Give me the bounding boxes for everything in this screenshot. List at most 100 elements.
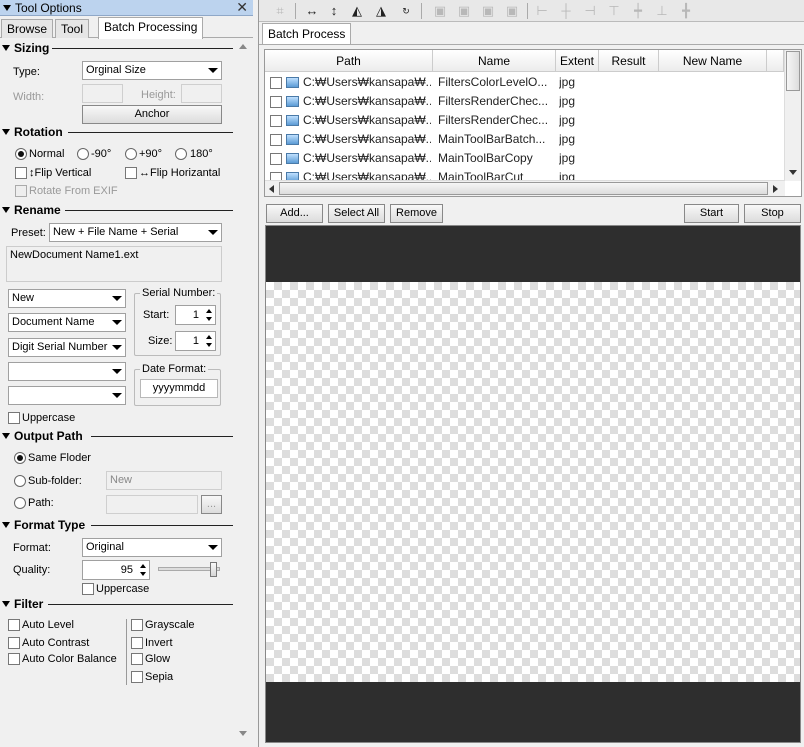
column-header-name[interactable]: Name [433, 50, 556, 72]
grayscale-checkbox[interactable] [131, 619, 143, 631]
output-same-folder-radio[interactable] [14, 452, 26, 464]
table-row[interactable]: C:₩Users₩kansapa₩... FiltersRenderChec...… [265, 92, 783, 111]
align-middle-icon[interactable]: ┿ [629, 2, 647, 20]
rename-part3-select[interactable]: Digit Serial Number [8, 338, 126, 357]
width-input[interactable] [82, 84, 123, 103]
rotate-exif-checkbox[interactable] [15, 185, 27, 197]
output-path-radio[interactable] [14, 497, 26, 509]
arrow-up-icon[interactable] [206, 309, 212, 313]
collapse-triangle-icon[interactable] [3, 5, 11, 11]
table-row[interactable]: C:₩Users₩kansapa₩... FiltersColorLevelO..… [265, 73, 783, 92]
format-uppercase-checkbox[interactable] [82, 583, 94, 595]
arrow-up-icon[interactable] [239, 44, 247, 49]
row-checkbox[interactable] [270, 115, 282, 127]
anchor-button[interactable]: Anchor [82, 105, 222, 124]
arrow-right-icon[interactable] [773, 185, 778, 193]
section-rotation[interactable]: Rotation [2, 125, 63, 139]
auto-color-balance-checkbox[interactable] [8, 653, 20, 665]
arrow-up-icon[interactable] [206, 335, 212, 339]
arrow-down-icon[interactable] [789, 170, 797, 175]
arrow-down-icon[interactable] [239, 731, 247, 736]
align-top-icon[interactable]: ⊤ [605, 2, 623, 20]
tab-batch-processing[interactable]: Batch Processing [98, 17, 204, 39]
preview-canvas[interactable] [265, 225, 801, 743]
flip-horizontal-checkbox[interactable] [125, 167, 137, 179]
table-horizontal-scrollbar[interactable] [265, 180, 785, 196]
rotate-left-icon[interactable]: ◭ [348, 2, 366, 20]
table-vertical-scrollbar[interactable] [784, 50, 801, 181]
section-filter[interactable]: Filter [2, 597, 43, 611]
rotate-180-icon[interactable]: ↻ [397, 2, 415, 20]
section-sizing[interactable]: Sizing [2, 41, 49, 55]
invert-checkbox[interactable] [131, 637, 143, 649]
row-checkbox[interactable] [270, 96, 282, 108]
row-checkbox[interactable] [270, 134, 282, 146]
align-bottom-icon[interactable]: ⊥ [653, 2, 671, 20]
flip-vertical-checkbox[interactable] [15, 167, 27, 179]
column-header-result[interactable]: Result [599, 50, 659, 72]
tab-tool[interactable]: Tool [55, 19, 90, 38]
tab-batch-process[interactable]: Batch Process [262, 23, 352, 44]
quality-stepper[interactable]: 95 [82, 560, 150, 580]
flip-vertical-icon[interactable]: ↕ [325, 2, 343, 20]
rotation-normal-radio[interactable] [15, 148, 27, 160]
copy-icon[interactable]: ▣ [431, 2, 449, 20]
serial-size-stepper[interactable]: 1 [175, 331, 216, 351]
quality-slider-thumb[interactable] [210, 562, 217, 577]
table-row[interactable]: C:₩Users₩kansapa₩... MainToolBarBatch... j… [265, 130, 783, 149]
output-subfolder-radio[interactable] [14, 475, 26, 487]
rotation-minus90-radio[interactable] [77, 148, 89, 160]
distribute-icon[interactable]: ╋ [677, 2, 695, 20]
close-icon[interactable]: ✕ [236, 0, 248, 16]
align-center-icon[interactable]: ┼ [557, 2, 575, 20]
table-row[interactable]: C:₩Users₩kansapa₩... MainToolBarCopy jpg [265, 149, 783, 168]
align-right-icon[interactable]: ⊣ [581, 2, 599, 20]
flip-horizontal-icon[interactable]: ↔ [303, 2, 321, 20]
add-button[interactable]: Add... [266, 204, 323, 223]
rename-uppercase-checkbox[interactable] [8, 412, 20, 424]
size-type-select[interactable]: Orginal Size [82, 61, 222, 80]
subfolder-input[interactable]: New [106, 471, 222, 490]
serial-start-stepper[interactable]: 1 [175, 305, 216, 325]
arrow-down-icon[interactable] [206, 317, 212, 321]
scroll-thumb[interactable] [786, 51, 800, 91]
preset-select[interactable]: New + File Name + Serial [49, 223, 222, 242]
column-header-extent[interactable]: Extent [556, 50, 599, 72]
scroll-thumb[interactable] [279, 182, 768, 195]
auto-contrast-checkbox[interactable] [8, 637, 20, 649]
section-format-type[interactable]: Format Type [2, 518, 85, 532]
rename-part1-select[interactable]: New [8, 289, 126, 308]
path-input[interactable] [106, 495, 198, 514]
align-left-icon[interactable]: ⊢ [533, 2, 551, 20]
date-format-input[interactable]: yyyymmdd [140, 379, 218, 398]
arrow-down-icon[interactable] [206, 343, 212, 347]
stop-button[interactable]: Stop [744, 204, 801, 223]
browse-path-button[interactable]: ... [201, 495, 222, 514]
start-button[interactable]: Start [684, 204, 739, 223]
rename-part5-select[interactable] [8, 386, 126, 405]
auto-level-checkbox[interactable] [8, 619, 20, 631]
format-select[interactable]: Original [82, 538, 222, 557]
paste-icon[interactable]: ▣ [455, 2, 473, 20]
rotation-plus90-radio[interactable] [125, 148, 137, 160]
section-rename[interactable]: Rename [2, 203, 61, 217]
glow-checkbox[interactable] [131, 653, 143, 665]
height-input[interactable] [181, 84, 222, 103]
crop-icon[interactable]: ⌗ [271, 2, 289, 20]
rotation-180-radio[interactable] [175, 148, 187, 160]
arrow-left-icon[interactable] [269, 185, 274, 193]
row-checkbox[interactable] [270, 77, 282, 89]
rename-part2-select[interactable]: Document Name [8, 313, 126, 332]
select-all-button[interactable]: Select All [328, 204, 385, 223]
row-checkbox[interactable] [270, 153, 282, 165]
rename-part4-select[interactable] [8, 362, 126, 381]
cut-icon[interactable]: ▣ [479, 2, 497, 20]
column-header-new-name[interactable]: New Name [659, 50, 767, 72]
rotate-right-icon[interactable]: ◮ [372, 2, 390, 20]
undo-icon[interactable]: ▣ [503, 2, 521, 20]
column-header-path[interactable]: Path [265, 50, 433, 72]
table-row[interactable]: C:₩Users₩kansapa₩... FiltersRenderChec...… [265, 111, 783, 130]
arrow-up-icon[interactable] [140, 564, 146, 568]
panel-scrollbar[interactable] [235, 40, 251, 745]
tab-browse[interactable]: Browse [1, 19, 54, 38]
